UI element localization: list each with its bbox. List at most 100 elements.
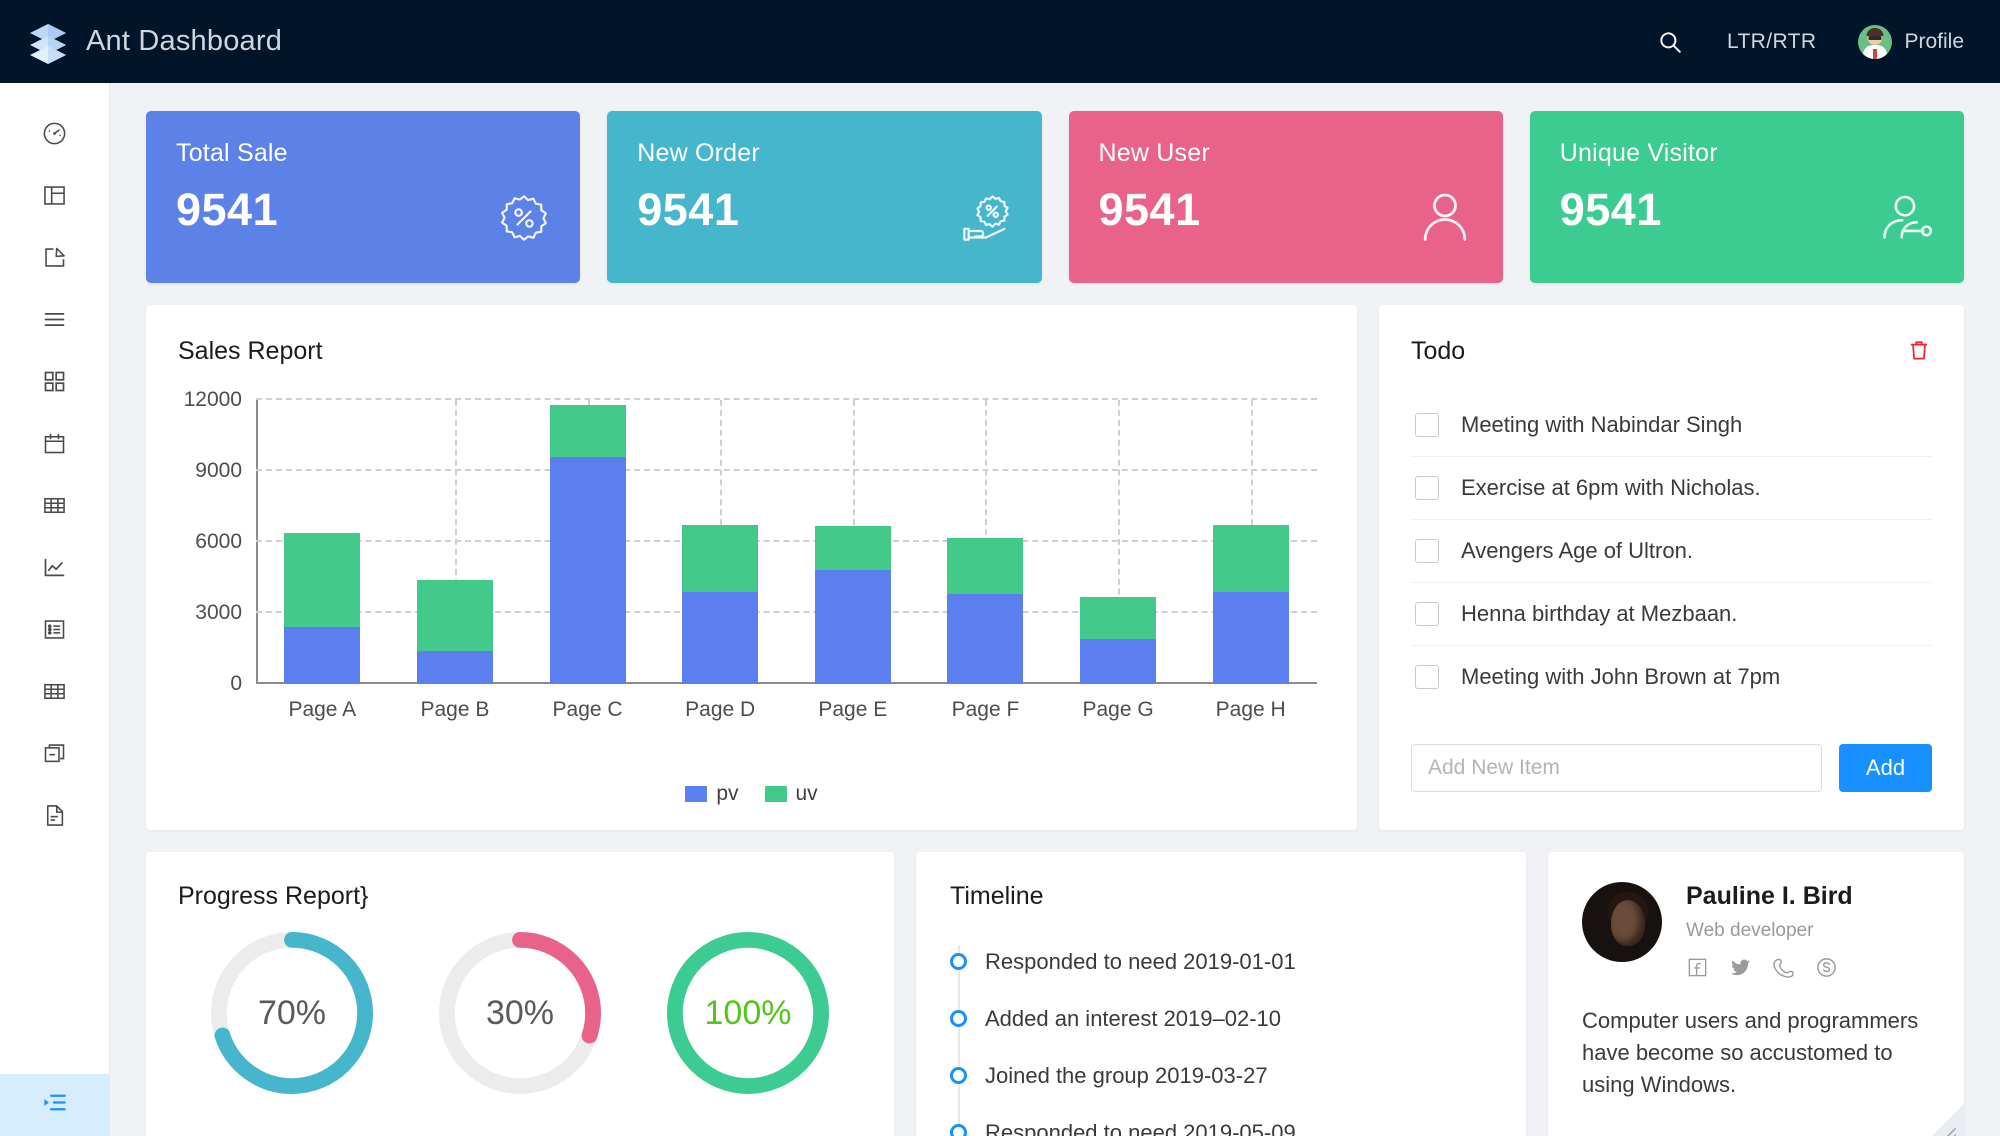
table-grid-icon (41, 678, 68, 710)
todo-item[interactable]: Meeting with John Brown at 7pm (1411, 646, 1932, 708)
sidebar-item-edit[interactable] (0, 229, 110, 291)
bar-group[interactable]: Page B (389, 400, 522, 721)
facebook-icon[interactable] (1686, 956, 1709, 979)
bar-segment-uv[interactable] (284, 532, 361, 628)
bar-stack[interactable] (1080, 400, 1157, 684)
file-document-icon (41, 802, 68, 834)
stat-card-new-order[interactable]: New Order 9541 (607, 111, 1042, 283)
line-chart-icon (41, 554, 68, 586)
progress-gauge: 30% (434, 927, 606, 1099)
timeline-title: Timeline (950, 882, 1044, 910)
todo-item[interactable]: Avengers Age of Ultron. (1411, 520, 1932, 583)
bar-segment-uv[interactable] (1212, 525, 1289, 592)
timeline-dot-icon (950, 1067, 967, 1084)
progress-gauge-label: 30% (485, 993, 555, 1032)
sidebar-collapse-toggle[interactable] (0, 1074, 110, 1136)
todo-item[interactable]: Exercise at 6pm with Nicholas. (1411, 457, 1932, 520)
timeline-item-label: Added an interest 2019–02-10 (985, 1005, 1282, 1031)
bar-group[interactable]: Page D (654, 400, 787, 721)
bar-stack[interactable] (416, 400, 493, 684)
hand-percent-icon (960, 192, 1012, 249)
bar-stack[interactable] (814, 400, 891, 684)
profile-label: Profile (1904, 29, 1964, 53)
sidebar-item-charts[interactable] (0, 539, 110, 601)
bar-segment-uv[interactable] (947, 537, 1024, 595)
timeline-dot-icon (950, 1010, 967, 1027)
progress-gauges: 70% 30% 100% (178, 927, 862, 1099)
todo-checkbox[interactable] (1415, 413, 1439, 437)
todo-checkbox[interactable] (1415, 539, 1439, 563)
list-detail-icon (41, 616, 68, 648)
sidebar-item-apps[interactable] (0, 353, 110, 415)
x-axis-tick-label: Page C (552, 698, 623, 721)
bar-stack[interactable] (284, 400, 361, 684)
bar-segment-pv[interactable] (1080, 639, 1157, 684)
bar-group[interactable]: Page C (521, 400, 654, 721)
sidebar-item-windows[interactable] (0, 725, 110, 787)
legend-item[interactable]: uv (764, 782, 818, 806)
legend-item[interactable]: pv (685, 782, 739, 806)
todo-item[interactable]: Henna birthday at Mezbaan. (1411, 583, 1932, 646)
bar-stack[interactable] (1212, 400, 1289, 684)
timeline-dot-icon (950, 1124, 967, 1136)
profile-social-links (1686, 956, 1853, 979)
sidebar-item-menu[interactable] (0, 291, 110, 353)
bar-group[interactable]: Page E (787, 400, 920, 721)
top-header-bar: Ant Dashboard LTR/RTR Profile (0, 0, 2000, 83)
layers-stack-icon (26, 20, 70, 64)
resize-handle-icon[interactable] (1916, 1104, 1964, 1136)
sidebar-item-datatable[interactable] (0, 663, 110, 725)
bar-group[interactable]: Page G (1052, 400, 1185, 721)
bar-segment-uv[interactable] (814, 525, 891, 571)
sidebar-item-calendar[interactable] (0, 415, 110, 477)
bar-stack[interactable] (682, 400, 759, 684)
stat-card-new-user[interactable]: New User 9541 (1068, 111, 1503, 283)
bar-group[interactable]: Page F (919, 400, 1052, 721)
stat-cards-row: Total Sale 9541 New Order 9541 New User … (146, 111, 1964, 283)
bar-group[interactable]: Page H (1184, 400, 1317, 721)
timeline-item-label: Responded to need 2019-01-01 (985, 948, 1296, 974)
brand[interactable]: Ant Dashboard (26, 20, 282, 64)
bar-segment-uv[interactable] (682, 525, 759, 592)
bar-group[interactable]: Page A (256, 400, 389, 721)
bar-stack[interactable] (947, 400, 1024, 684)
bar-segment-uv[interactable] (549, 404, 626, 457)
x-axis-tick-label: Page G (1082, 698, 1154, 721)
bar-stack[interactable] (549, 400, 626, 684)
trash-icon[interactable] (1906, 337, 1932, 368)
phone-icon[interactable] (1772, 956, 1795, 979)
bar-segment-uv[interactable] (416, 579, 493, 651)
skype-icon[interactable] (1815, 956, 1838, 979)
stat-card-total-sale[interactable]: Total Sale 9541 (146, 111, 581, 283)
bar-segment-pv[interactable] (947, 594, 1024, 684)
sidebar-item-list[interactable] (0, 601, 110, 663)
twitter-icon[interactable] (1729, 956, 1752, 979)
todo-add-form: Add (1411, 744, 1932, 792)
sidebar-item-table[interactable] (0, 477, 110, 539)
sidebar-item-documents[interactable] (0, 787, 110, 849)
todo-checkbox[interactable] (1415, 476, 1439, 500)
sidebar-item-dashboard[interactable] (0, 105, 110, 167)
progress-gauge-label: 100% (704, 993, 792, 1032)
profile-menu[interactable]: Profile (1858, 24, 1964, 59)
stat-card-unique-visitor[interactable]: Unique Visitor 9541 (1529, 111, 1964, 283)
todo-item[interactable]: Meeting with Nabindar Singh (1411, 394, 1932, 457)
edit-square-icon (41, 244, 68, 276)
sidebar-item-layout[interactable] (0, 167, 110, 229)
y-axis-tick-label: 9000 (195, 459, 242, 482)
bar-segment-pv[interactable] (284, 627, 361, 684)
bar-segment-pv[interactable] (1212, 591, 1289, 684)
bar-segment-pv[interactable] (549, 456, 626, 684)
todo-add-button[interactable]: Add (1839, 744, 1932, 792)
bar-segment-uv[interactable] (1080, 596, 1157, 640)
stat-card-value: 9541 (176, 184, 279, 235)
direction-toggle-button[interactable]: LTR/RTR (1727, 30, 1817, 54)
bar-segment-pv[interactable] (416, 650, 493, 684)
profile-photo (1582, 882, 1662, 962)
bar-segment-pv[interactable] (682, 591, 759, 684)
search-icon[interactable] (1655, 27, 1685, 57)
todo-checkbox[interactable] (1415, 665, 1439, 689)
todo-new-item-input[interactable] (1411, 744, 1822, 792)
bar-segment-pv[interactable] (814, 570, 891, 684)
todo-checkbox[interactable] (1415, 602, 1439, 626)
